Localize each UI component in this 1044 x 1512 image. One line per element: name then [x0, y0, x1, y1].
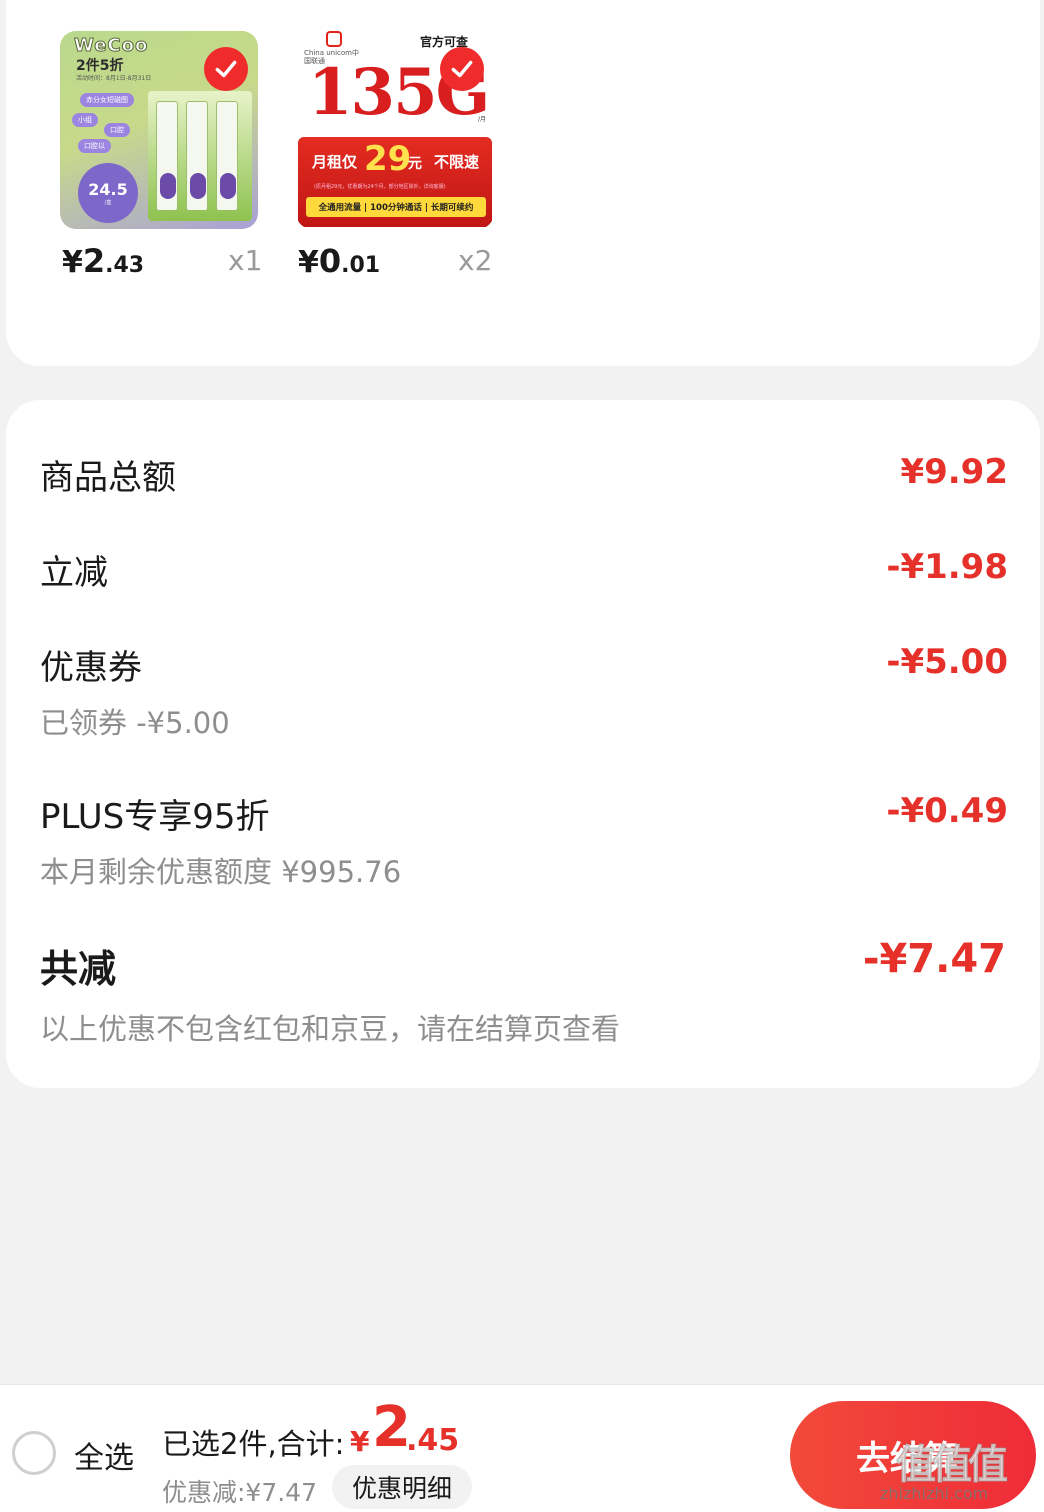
instant-cut-value: -¥1.98: [886, 547, 1008, 587]
china-unicom-logo-icon: [326, 31, 342, 47]
product-brand-text: WeCoo: [73, 35, 149, 57]
product-promo-text: 2件5折: [76, 58, 124, 74]
price-decimal: .01: [341, 253, 381, 278]
data-unit-text: /月: [478, 116, 487, 123]
plus-remaining-quota-text: 本月剩余优惠额度 ¥995.76: [40, 855, 402, 889]
product-tag: 赤分女短磁图: [80, 93, 134, 107]
product-image-mouthwash[interactable]: WeCoo 2件5折 活动时间：8月1日-8月31日 赤分女短磁图 小组 口腔 …: [60, 31, 258, 229]
site-watermark: 值值值 zhizhizhi.com: [880, 1432, 1040, 1508]
rent-number: 29: [364, 139, 412, 179]
product-tag: 小组: [72, 113, 98, 127]
select-all-label[interactable]: 全选: [74, 1433, 134, 1477]
product-quantity: x1: [228, 244, 263, 277]
coupon-value: -¥5.00: [886, 642, 1008, 682]
coupon-claimed-text: 已领券 -¥5.00: [40, 706, 230, 740]
total-price-decimal: .45: [406, 1423, 460, 1458]
selected-check-icon[interactable]: [204, 47, 248, 91]
plus-discount-value: -¥0.49: [886, 791, 1008, 831]
watermark-url: zhizhizhi.com: [880, 1484, 989, 1503]
select-all-radio[interactable]: [12, 1431, 56, 1475]
discount-detail-button[interactable]: 优惠明细: [332, 1465, 472, 1509]
cart-products-card: WeCoo 2件5折 活动时间：8月1日-8月31日 赤分女短磁图 小组 口腔 …: [6, 0, 1040, 366]
watermark-logo: 值值值: [896, 1442, 1009, 1489]
discount-amount-text: 优惠减:¥7.47: [162, 1478, 317, 1507]
product-image-sim-card[interactable]: China unicom中国联通 官方可查 135G /月 月租仅 29 元 不…: [296, 31, 494, 229]
instant-cut-label: 立减: [40, 553, 108, 593]
product-date-text: 活动时间：8月1日-8月31日: [76, 75, 152, 82]
plan-note: (原月租29元，优惠期为24个月，部分地区除外，详询客服): [314, 184, 446, 190]
product-box-illustration: [148, 91, 252, 221]
price-summary-card: [6, 400, 1040, 1088]
product-price-badge-unit: /盒: [104, 200, 112, 206]
product-quantity: x2: [458, 244, 493, 277]
total-price-currency: ¥: [350, 1425, 370, 1458]
total-cut-label: 共减: [40, 947, 117, 991]
product-price: ¥0.01: [298, 242, 380, 280]
product-price-badge-value: 24.5: [88, 180, 128, 199]
product-tag: 口腔以: [78, 139, 111, 153]
coupon-label: 优惠券: [40, 648, 142, 688]
selected-check-icon[interactable]: [440, 47, 484, 91]
product-price: ¥2.43: [62, 242, 144, 280]
product-price-badge: 24.5 /盒: [78, 163, 138, 223]
price-integer: 0: [318, 242, 342, 280]
rent-yuan: 元: [408, 156, 422, 172]
product-tag: 口腔: [104, 123, 130, 137]
price-integer: 2: [82, 242, 106, 280]
goods-total-value: ¥9.92: [900, 452, 1008, 492]
total-cut-note: 以上优惠不包含红包和京豆，请在结算页查看: [40, 1012, 621, 1046]
plan-features-strip: 全通用流量 | 100分钟通话 | 长期可续约: [306, 197, 486, 217]
goods-total-label: 商品总额: [40, 458, 176, 498]
price-currency: ¥: [62, 245, 83, 280]
selected-count-text: 已选2件,合计:: [162, 1427, 345, 1461]
plus-discount-label: PLUS专享95折: [40, 797, 270, 837]
plan-banner: 月租仅 29 元 不限速 (原月租29元，优惠期为24个月，部分地区除外，详询客…: [298, 137, 492, 227]
total-cut-value: -¥7.47: [862, 936, 1006, 982]
price-decimal: .43: [105, 253, 145, 278]
unlimited-speed-text: 不限速: [434, 153, 480, 171]
rent-label: 月租仅: [312, 153, 358, 171]
price-currency: ¥: [298, 245, 319, 280]
